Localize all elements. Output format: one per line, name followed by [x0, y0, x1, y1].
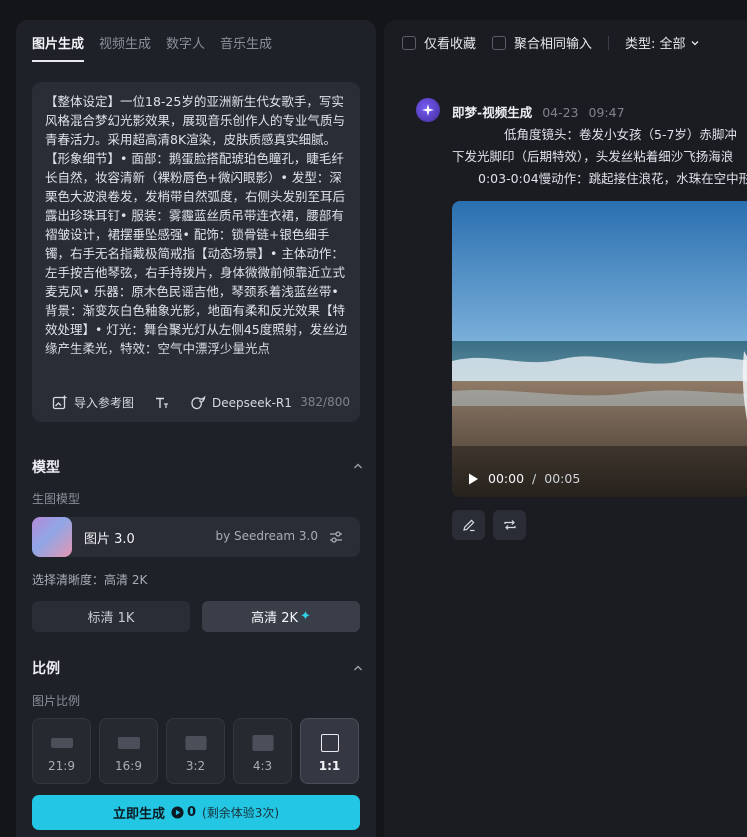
- generate-label: 立即生成: [112, 807, 165, 822]
- filter-divider: [608, 35, 610, 50]
- prompt-fade: [32, 347, 360, 387]
- video-time-separator: /: [532, 471, 537, 486]
- video-player[interactable]: 00:00 / 00:05: [452, 201, 747, 497]
- right-panel: 仅看收藏 聚合相同输入 类型: 全部 即梦-视频生成 04-23 09:47 低…: [384, 20, 747, 837]
- ratio-16-9-button[interactable]: 16:9: [99, 718, 158, 784]
- record-prompt-line: 下发光脚印（后期特效），头发丝粘着细沙飞扬海浪: [452, 149, 734, 164]
- type-label: 类型: 全部: [625, 37, 686, 52]
- deepseek-model-button[interactable]: Deepseek-R1: [190, 395, 292, 411]
- sparkle-icon: ✦: [300, 609, 311, 624]
- generate-cost-value: 0: [186, 805, 197, 820]
- record-header: 即梦-视频生成 04-23 09:47: [452, 102, 625, 121]
- resolution-1k-label: 标清 1K: [87, 611, 135, 626]
- type-dropdown[interactable]: 类型: 全部: [625, 33, 700, 52]
- ratio-sub-label: 图片比例: [32, 694, 81, 708]
- prompt-toolbar: 导入参考图 Deepseek-R1: [52, 394, 312, 411]
- resolution-2k-label: 高清 2K: [251, 611, 299, 626]
- regenerate-button[interactable]: [493, 510, 526, 540]
- ratio-21-9-label: 21:9: [48, 759, 75, 773]
- ratio-4-3-label: 4:3: [252, 759, 273, 773]
- record-date: 04-23: [542, 105, 579, 120]
- record-prompt: 低角度镜头：卷发小女孩（5-7岁）赤脚冲 下发光脚印（后期特效），头发丝粘着细沙…: [452, 124, 747, 190]
- ratio-1-1-button[interactable]: 1:1: [300, 718, 359, 784]
- tab-music-generation[interactable]: 音乐生成: [220, 33, 272, 52]
- merge-label: 聚合相同输入: [514, 37, 593, 52]
- image-add-icon: [52, 395, 67, 409]
- filter-bar: 仅看收藏 聚合相同输入 类型: 全部: [402, 33, 700, 52]
- prompt-textarea[interactable]: 【整体设定】一位18-25岁的亚洲新生代女歌手，写实风格混合梦幻光影效果，展现音…: [45, 92, 351, 377]
- video-current-time: 00:00: [488, 471, 525, 486]
- video-duration: 00:05: [544, 471, 581, 486]
- ratio-3-2-icon: [185, 736, 206, 750]
- chevron-down-icon: [691, 40, 699, 45]
- record-time: 09:47: [588, 105, 625, 120]
- merge-filter[interactable]: 聚合相同输入: [492, 33, 592, 52]
- favorites-filter[interactable]: 仅看收藏: [402, 33, 476, 52]
- favorites-checkbox[interactable]: [402, 35, 416, 50]
- record-prompt-line: 低角度镜头：卷发小女孩（5-7岁）赤脚冲: [504, 127, 737, 142]
- model-thumbnail: [32, 517, 72, 557]
- resolution-1k-button[interactable]: 标清 1K: [32, 601, 190, 632]
- edit-button[interactable]: [452, 510, 485, 540]
- model-provider: by Seedream 3.0: [215, 529, 318, 543]
- ratio-16-9-icon: [117, 737, 140, 749]
- video-controls: 00:00 / 00:05: [466, 471, 580, 486]
- generate-remaining-note: (剩余体验3次): [202, 806, 280, 820]
- repeat-icon: [503, 520, 516, 530]
- model-section-title: 模型: [32, 460, 60, 476]
- record-title: 即梦-视频生成: [452, 105, 533, 120]
- chevron-up-icon: [354, 665, 362, 671]
- text-format-icon: [156, 397, 169, 408]
- prompt-box[interactable]: 【整体设定】一位18-25岁的亚洲新生代女歌手，写实风格混合梦幻光影效果，展现音…: [32, 82, 360, 422]
- resolution-2k-button[interactable]: 高清 2K ✦: [202, 601, 360, 632]
- ratio-21-9-button[interactable]: 21:9: [32, 718, 91, 784]
- ratio-1-1-icon: [320, 734, 339, 752]
- dreamina-avatar: [416, 98, 440, 122]
- ratio-3-2-label: 3:2: [185, 759, 206, 773]
- generate-cost: 0: [171, 805, 196, 820]
- text-format-button[interactable]: [154, 395, 170, 411]
- deepseek-model-label: Deepseek-R1: [212, 395, 292, 410]
- ratio-21-9-icon: [50, 738, 73, 748]
- active-tab-indicator: [32, 60, 84, 62]
- beach-video-frame: [452, 201, 747, 497]
- ratio-section-title: 比例: [32, 661, 60, 677]
- ratio-3-2-button[interactable]: 3:2: [166, 718, 225, 784]
- ratio-16-9-label: 16:9: [115, 759, 142, 773]
- model-name: 图片 3.0: [84, 532, 135, 547]
- model-settings-button[interactable]: [328, 529, 344, 549]
- ratio-collapse-button[interactable]: [352, 659, 364, 678]
- tab-video-generation[interactable]: 视频生成: [99, 33, 151, 52]
- ratio-options: 21:9 16:9 3:2 4:3 1:1: [32, 718, 359, 784]
- character-counter: 382/800: [300, 395, 350, 409]
- import-reference-button[interactable]: 导入参考图: [52, 394, 134, 411]
- model-sub-label: 生图模型: [32, 492, 81, 506]
- ratio-4-3-button[interactable]: 4:3: [233, 718, 292, 784]
- star-logo-icon: [422, 104, 434, 116]
- play-coin-icon: [171, 806, 184, 819]
- left-panel: 图片生成 视频生成 数字人 音乐生成 【整体设定】一位18-25岁的亚洲新生代女…: [16, 20, 376, 837]
- tab-digital-human[interactable]: 数字人: [166, 33, 205, 52]
- generate-button[interactable]: 立即生成 0 (剩余体验3次): [32, 795, 360, 830]
- play-icon[interactable]: [466, 472, 480, 486]
- import-reference-label: 导入参考图: [74, 396, 135, 410]
- deepseek-icon: [191, 395, 206, 409]
- record-prompt-line: 0:03-0:04慢动作：跳起接住浪花，水珠在空中形: [478, 171, 747, 186]
- sliders-icon: [330, 531, 342, 543]
- ratio-4-3-icon: [252, 735, 273, 751]
- panel-gap: [376, 20, 384, 837]
- generation-tabs: 图片生成 视频生成 数字人 音乐生成: [32, 33, 272, 52]
- favorites-label: 仅看收藏: [424, 37, 477, 52]
- ratio-1-1-label: 1:1: [318, 759, 341, 773]
- chevron-up-icon: [354, 463, 362, 469]
- pencil-icon: [462, 519, 474, 532]
- resolution-label: 选择清晰度：高清 2K: [32, 573, 148, 587]
- model-selector[interactable]: 图片 3.0 by Seedream 3.0: [32, 517, 360, 557]
- tab-image-generation[interactable]: 图片生成: [32, 33, 84, 52]
- model-collapse-button[interactable]: [352, 457, 364, 476]
- merge-checkbox[interactable]: [492, 35, 507, 50]
